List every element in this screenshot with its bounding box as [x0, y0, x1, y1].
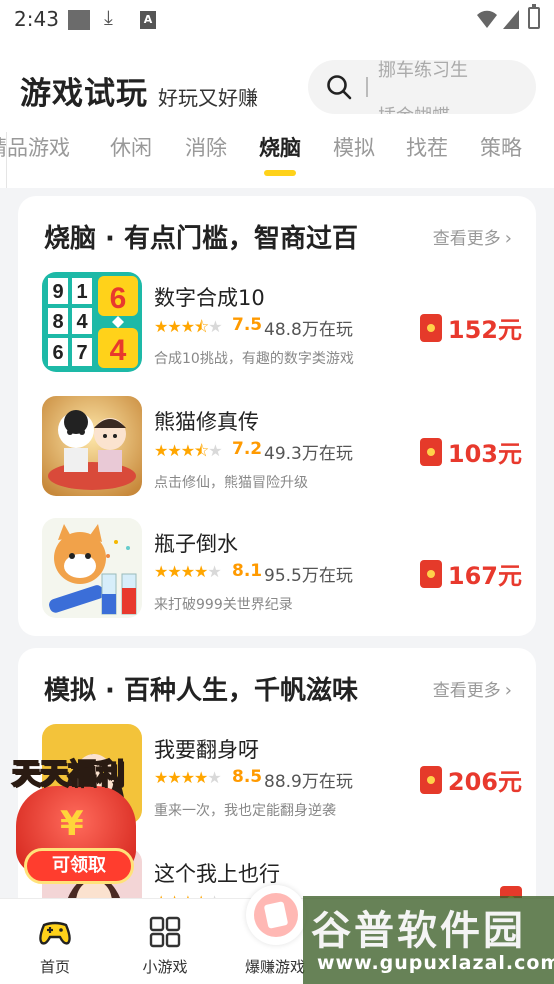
tab-spot-difference[interactable]: 找茬: [406, 132, 448, 162]
game-rating: 7.5: [232, 315, 263, 335]
number-merge-icon: 9 1 8 4 6 7 6 4: [42, 272, 142, 372]
download-icon: ⤓: [104, 5, 113, 29]
money-icon: [246, 885, 306, 945]
svg-text:7: 7: [76, 342, 87, 364]
see-more-label: 查看更多: [432, 229, 501, 249]
reward-amount: 167元: [447, 562, 522, 590]
status-bar: 2:43 ⤓ A: [0, 0, 554, 40]
nav-label: 首页: [39, 958, 70, 976]
promo-title: 天天福利: [11, 752, 125, 792]
game-players: 49.3万在玩: [264, 444, 353, 464]
game-rating: 8.1: [232, 561, 263, 581]
search-hint-rolling-top: 挪车练习生: [378, 60, 468, 81]
nav-item-home[interactable]: 首页: [0, 899, 110, 984]
tab-match[interactable]: 消除: [185, 132, 227, 162]
bottle-pour-icon: [42, 518, 142, 618]
search-hint-rolling-bottom: 插金蝴蝶: [378, 102, 450, 114]
tab-strategy[interactable]: 策略: [480, 132, 522, 162]
see-more-link[interactable]: 查看更多 ›: [433, 676, 512, 701]
game-description: 合成10挑战，有趣的数字类游戏: [154, 351, 354, 367]
promo-title-part2: 福利: [67, 756, 125, 791]
game-players: 95.5万在玩: [264, 566, 353, 586]
daily-welfare-promo[interactable]: 天天福利 可领取: [8, 752, 148, 892]
chevron-right-icon: ›: [504, 228, 512, 249]
nav-label: 小游戏: [142, 958, 188, 976]
site-watermark: 谷普软件园 www.gupuxlazal.com: [303, 896, 554, 984]
wifi-icon: [477, 10, 497, 28]
search-box[interactable]: 挪车练习生 插金蝴蝶: [308, 60, 536, 114]
watermark-url: www.gupuxlazal.com: [317, 952, 554, 974]
see-more-link[interactable]: 查看更多 ›: [433, 224, 512, 249]
reward-amount: 152元: [447, 316, 522, 344]
section-title: 模拟 · 百种人生，千帆滋味: [44, 676, 358, 706]
reward-badge[interactable]: 103元: [419, 434, 522, 468]
game-description: 来打破999关世界纪录: [154, 597, 293, 613]
tab-brain[interactable]: 烧脑: [259, 132, 301, 162]
nav-item-mini-games[interactable]: 小游戏: [110, 899, 220, 984]
battery-icon: [528, 4, 540, 29]
game-description: 点击修仙，熊猫冒险升级: [154, 475, 308, 491]
status-time: 2:43: [14, 7, 59, 31]
game-name: 这个我上也行: [154, 862, 280, 886]
reward-badge[interactable]: 152元: [419, 310, 522, 344]
watermark-logo: 谷普软件园: [311, 908, 526, 954]
tabs-divider: [6, 132, 7, 188]
red-envelope-icon: [419, 313, 442, 342]
section-brain: 烧脑 · 有点门槛，智商过百 查看更多 › 9 1 8 4 6 7 6 4 数字合…: [18, 196, 536, 636]
category-tabs: 精品游戏 休闲 消除 烧脑 模拟 找茬 策略: [0, 132, 554, 188]
reward-badge[interactable]: 206元: [419, 762, 522, 796]
promo-claim-button[interactable]: 可领取: [24, 848, 134, 884]
svg-text:4: 4: [76, 311, 88, 333]
page-title: 游戏试玩: [20, 76, 148, 112]
tab-casual[interactable]: 休闲: [110, 132, 152, 162]
chevron-right-icon: ›: [504, 680, 512, 701]
cell-signal-icon: [503, 10, 519, 29]
see-more-label: 查看更多: [432, 681, 501, 701]
active-tab-indicator: [264, 170, 296, 176]
game-name: 熊猫修真传: [154, 410, 259, 434]
tab-featured[interactable]: 精品游戏: [0, 132, 70, 162]
game-item[interactable]: 瓶子倒水 ★★★★★ 8.1 95.5万在玩 来打破999关世界纪录 167元: [42, 518, 522, 618]
game-description: 重来一次，我也定能翻身逆袭: [154, 803, 336, 819]
svg-text:6: 6: [52, 342, 63, 364]
red-envelope-icon: [419, 765, 442, 794]
tab-simulation[interactable]: 模拟: [333, 132, 375, 162]
game-rating: 7.2: [232, 439, 263, 459]
section-title: 烧脑 · 有点门槛，智商过百: [44, 224, 358, 254]
app-a-icon: A: [140, 11, 156, 29]
rating-stars: ★★★★★: [154, 768, 222, 787]
svg-text:4: 4: [110, 334, 127, 367]
game-rating: 8.5: [232, 767, 263, 787]
rating-stars: ★★★⯪★: [154, 441, 223, 460]
rating-stars: ★★★★★: [154, 562, 222, 581]
gamepad-icon: [39, 921, 71, 945]
game-item[interactable]: 熊猫修真传 ★★★⯪★ 7.2 49.3万在玩 点击修仙，熊猫冒险升级 103元: [42, 396, 522, 496]
money-icon-inner: [254, 893, 298, 937]
panda-cultivation-icon: [42, 396, 142, 496]
search-icon: [327, 75, 352, 100]
notification-square-icon: [68, 10, 90, 30]
reward-amount: 103元: [447, 440, 522, 468]
red-envelope-icon: [419, 437, 442, 466]
svg-text:8: 8: [52, 311, 63, 333]
rating-stars: ★★★⯪★: [154, 317, 223, 336]
search-divider: [366, 77, 368, 97]
red-envelope-icon: [419, 559, 442, 588]
game-name: 我要翻身呀: [154, 738, 259, 762]
grid-icon: [149, 916, 181, 948]
svg-text:6: 6: [110, 282, 127, 315]
promo-title-part1: 天天: [11, 756, 69, 791]
header: 游戏试玩 好玩又好赚 挪车练习生 插金蝴蝶: [0, 40, 554, 132]
game-name: 数字合成10: [154, 286, 265, 310]
game-name: 瓶子倒水: [154, 532, 238, 556]
svg-text:9: 9: [52, 281, 63, 303]
svg-text:1: 1: [76, 281, 87, 303]
game-item[interactable]: 9 1 8 4 6 7 6 4 数字合成10 ★★★⯪★ 7.5 48.8万在玩…: [42, 272, 522, 372]
reward-badge[interactable]: 167元: [419, 556, 522, 590]
game-players: 48.8万在玩: [264, 320, 353, 340]
game-players: 88.9万在玩: [264, 772, 353, 792]
reward-amount: 206元: [447, 768, 522, 796]
page-subtitle: 好玩又好赚: [158, 86, 258, 110]
